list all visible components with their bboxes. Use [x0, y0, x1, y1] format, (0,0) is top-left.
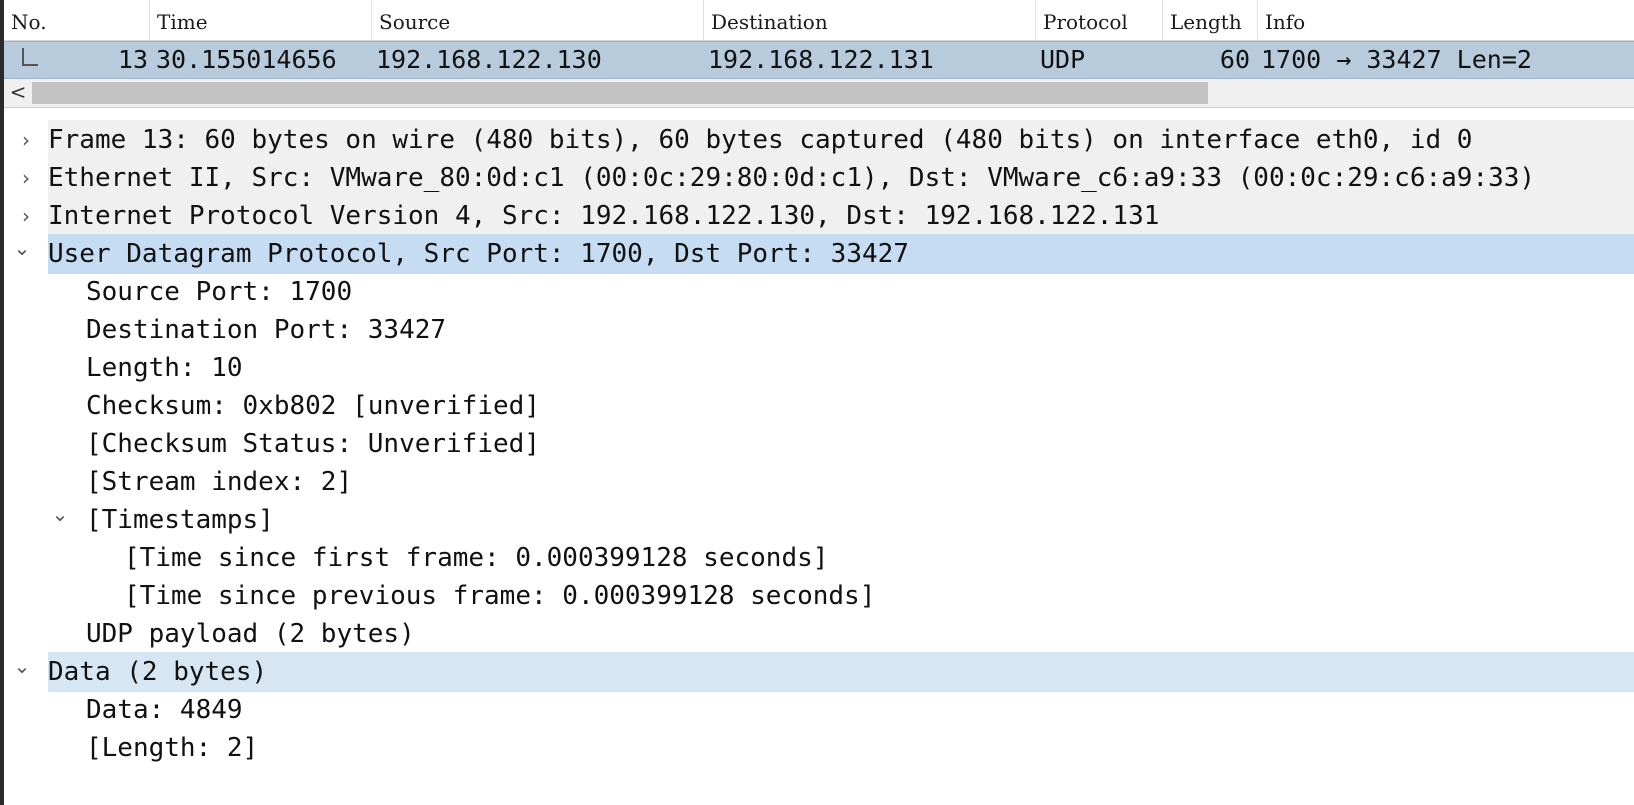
tree-item-label: UDP payload (2 bytes) [86, 619, 415, 649]
tree-item-label: User Datagram Protocol, Src Port: 1700, … [48, 239, 909, 269]
tree-item-udp-source-port[interactable]: Source Port: 1700 [4, 272, 1634, 312]
tree-item-time-since-first[interactable]: [Time since first frame: 0.000399128 sec… [4, 538, 1634, 578]
column-header-protocol[interactable]: Protocol [1036, 0, 1163, 40]
tree-item-time-since-previous[interactable]: [Time since previous frame: 0.000399128 … [4, 576, 1634, 616]
tree-item-udp-checksum[interactable]: Checksum: 0xb802 [unverified] [4, 386, 1634, 426]
column-header-no[interactable]: No. [4, 0, 150, 40]
tree-item-udp[interactable]: ⌄ User Datagram Protocol, Src Port: 1700… [4, 234, 1634, 274]
packet-protocol: UDP [1040, 45, 1086, 74]
chevron-left-icon[interactable]: < [4, 79, 32, 107]
chevron-down-icon[interactable]: ⌄ [12, 228, 32, 268]
tree-item-udp-destination-port[interactable]: Destination Port: 33427 [4, 310, 1634, 350]
tree-item-udp-length[interactable]: Length: 10 [4, 348, 1634, 388]
packet-list-horizontal-scrollbar[interactable]: < [4, 79, 1634, 108]
column-header-time[interactable]: Time [150, 0, 372, 40]
chevron-down-icon[interactable]: ⌄ [12, 646, 32, 686]
packet-no: 13 [117, 45, 148, 74]
tree-item-label: Internet Protocol Version 4, Src: 192.16… [48, 201, 1160, 231]
tree-item-udp-timestamps[interactable]: ⌄ [Timestamps] [4, 500, 1634, 540]
tree-item-label: Data: 4849 [86, 695, 243, 725]
tree-item-label: Source Port: 1700 [86, 277, 353, 307]
packet-destination: 192.168.122.131 [708, 45, 934, 74]
tree-item-label: [Stream index: 2] [86, 467, 353, 497]
tree-item-data-length[interactable]: [Length: 2] [4, 728, 1634, 768]
column-header-destination[interactable]: Destination [704, 0, 1036, 40]
chevron-down-icon[interactable]: ⌄ [50, 494, 70, 534]
tree-item-udp-checksum-status[interactable]: [Checksum Status: Unverified] [4, 424, 1634, 464]
packet-list-header: No. Time Source Destination Protocol Len… [4, 0, 1634, 41]
packet-info: 1700 → 33427 Len=2 [1261, 45, 1532, 74]
column-header-source[interactable]: Source [372, 0, 704, 40]
pane-divider[interactable] [4, 108, 1634, 120]
chevron-right-icon[interactable]: › [16, 158, 36, 198]
packet-time: 30.155014656 [156, 45, 337, 74]
tree-item-label: Ethernet II, Src: VMware_80:0d:c1 (00:0c… [48, 163, 1536, 193]
tree-item-frame[interactable]: › Frame 13: 60 bytes on wire (480 bits),… [4, 120, 1634, 160]
packet-length: 60 [1219, 45, 1250, 74]
tree-item-label: [Timestamps] [86, 505, 274, 535]
tree-item-label: Length: 10 [86, 353, 243, 383]
tree-item-data[interactable]: ⌄ Data (2 bytes) [4, 652, 1634, 692]
column-header-length[interactable]: Length [1163, 0, 1258, 40]
tree-item-label: [Time since first frame: 0.000399128 sec… [124, 543, 829, 573]
tree-branch-icon [22, 48, 38, 66]
scrollbar-thumb[interactable] [32, 82, 1208, 104]
tree-item-label: Destination Port: 33427 [86, 315, 447, 345]
packet-source: 192.168.122.130 [376, 45, 602, 74]
tree-item-label: Checksum: 0xb802 [unverified] [86, 391, 540, 421]
tree-item-udp-payload[interactable]: UDP payload (2 bytes) [4, 614, 1634, 654]
column-header-info[interactable]: Info [1258, 0, 1634, 40]
tree-item-udp-stream-index[interactable]: [Stream index: 2] [4, 462, 1634, 502]
packet-list-row[interactable]: 13 30.155014656 192.168.122.130 192.168.… [4, 41, 1634, 79]
tree-item-label: [Length: 2] [86, 733, 259, 763]
tree-item-label: Frame 13: 60 bytes on wire (480 bits), 6… [48, 125, 1473, 155]
tree-item-data-value[interactable]: Data: 4849 [4, 690, 1634, 730]
tree-item-label: [Checksum Status: Unverified] [86, 429, 540, 459]
chevron-right-icon[interactable]: › [16, 120, 36, 160]
tree-item-ethernet[interactable]: › Ethernet II, Src: VMware_80:0d:c1 (00:… [4, 158, 1634, 198]
tree-item-ip[interactable]: › Internet Protocol Version 4, Src: 192.… [4, 196, 1634, 236]
tree-item-label: Data (2 bytes) [48, 657, 268, 687]
tree-item-label: [Time since previous frame: 0.000399128 … [124, 581, 876, 611]
